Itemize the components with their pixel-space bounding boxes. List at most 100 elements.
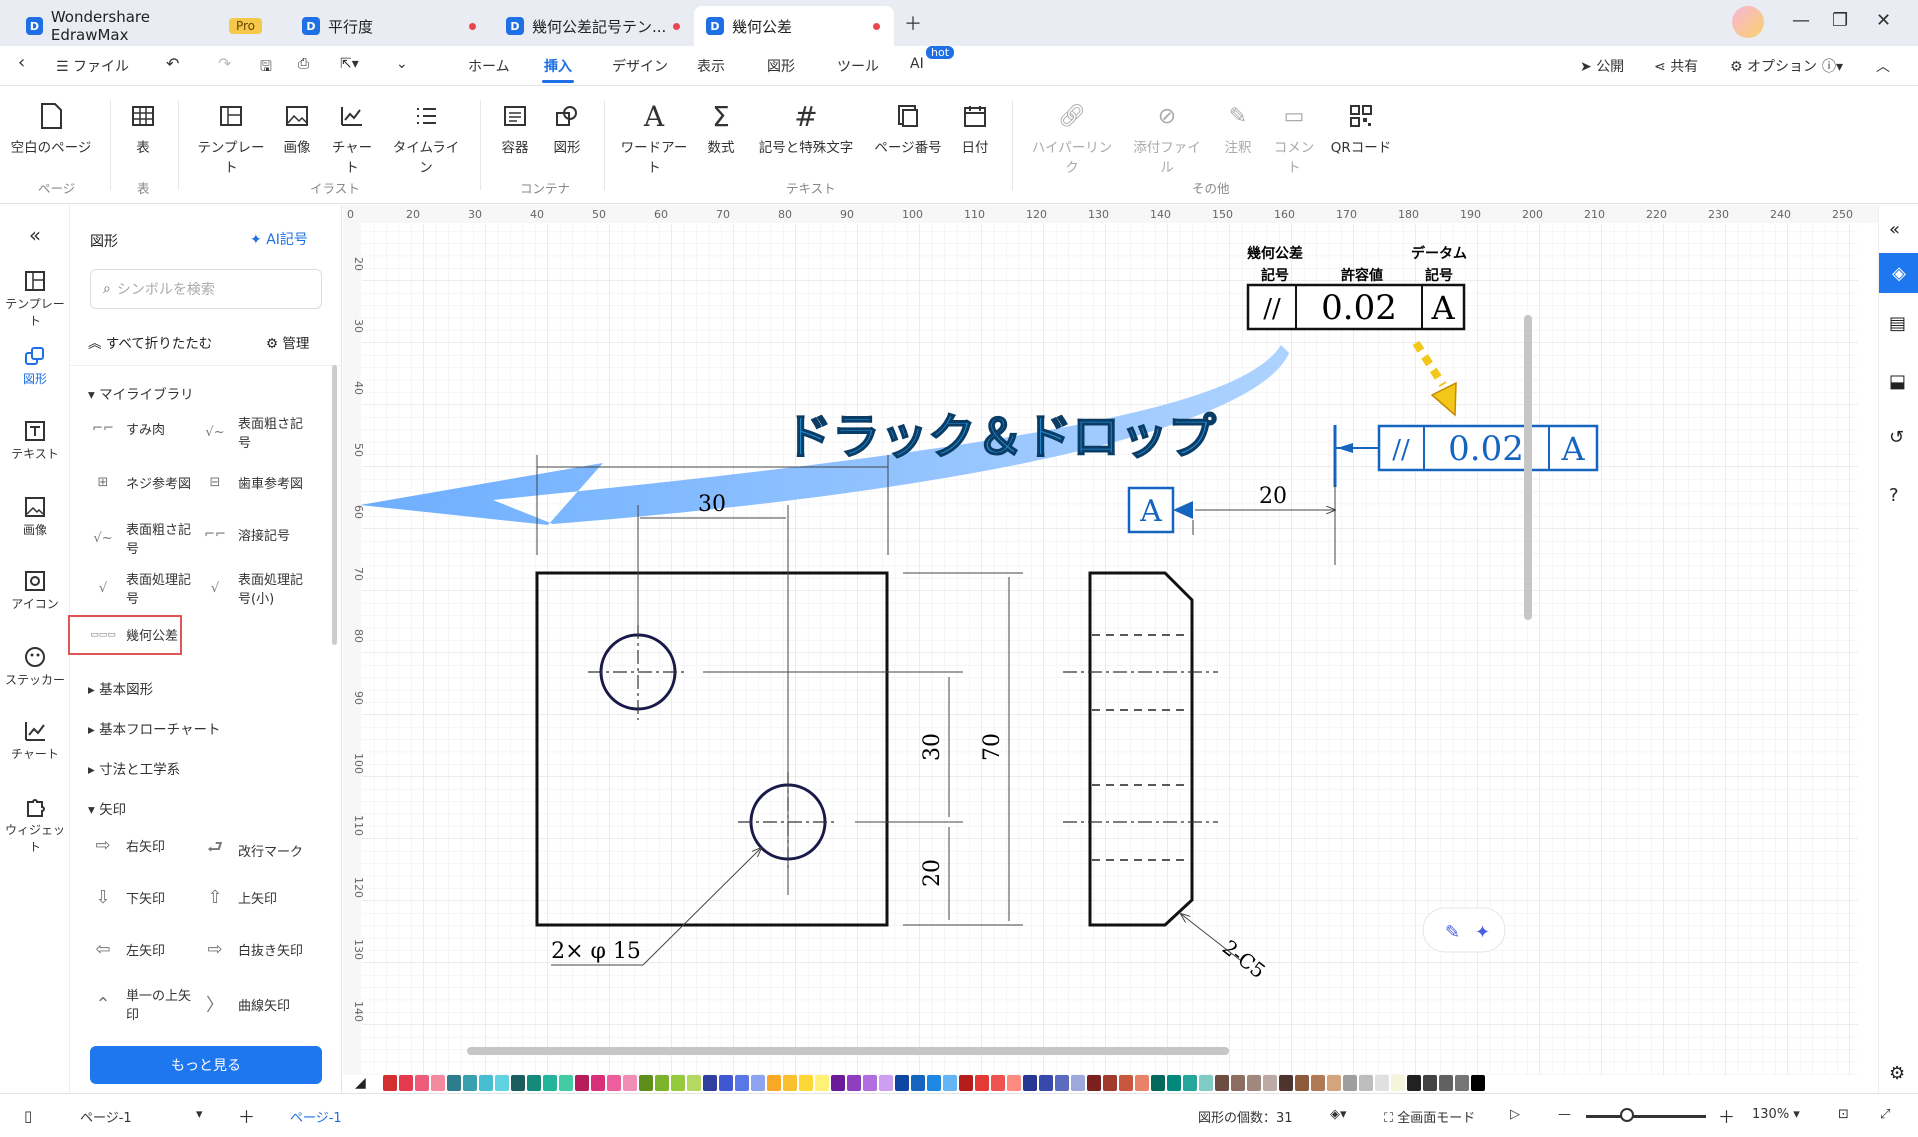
print-icon[interactable]: ⎙: [298, 56, 309, 72]
menu-tools[interactable]: ツール: [837, 56, 879, 76]
color-swatch[interactable]: [799, 1075, 813, 1091]
color-swatch[interactable]: [927, 1075, 941, 1091]
color-swatch[interactable]: [943, 1075, 957, 1091]
symbols-button[interactable]: # 記号と特殊文字: [754, 96, 858, 157]
color-swatch[interactable]: [463, 1075, 477, 1091]
section-basic-shapes[interactable]: ▸ 基本図形: [88, 678, 153, 698]
avatar[interactable]: [1732, 6, 1764, 38]
menu-view[interactable]: 表示: [697, 56, 725, 76]
color-swatch[interactable]: [495, 1075, 509, 1091]
color-swatch[interactable]: [1135, 1075, 1149, 1091]
page-tab[interactable]: ページ-1: [290, 1107, 342, 1126]
color-swatch[interactable]: [767, 1075, 781, 1091]
leftbar-sticker[interactable]: ステッカー: [0, 643, 70, 688]
drawing-canvas[interactable]: 0 20 30 40 50 60 70 80 90 100 110 120 130 140 150 160 17…: [343, 205, 1878, 1075]
file-menu[interactable]: ☰ ファイル: [56, 56, 129, 76]
page-number-button[interactable]: ページ番号: [874, 96, 942, 156]
color-swatch[interactable]: [1199, 1075, 1213, 1091]
container-button[interactable]: 容器: [494, 96, 536, 156]
new-tab-icon[interactable]: ＋: [904, 10, 922, 36]
library-item-geometric-tolerance[interactable]: ▭▭▭ 幾何公差: [88, 625, 188, 644]
publish-button[interactable]: ➤ 公開: [1580, 56, 1624, 76]
color-swatch[interactable]: [671, 1075, 685, 1091]
magic-wand-icon[interactable]: ✎: [1445, 922, 1460, 943]
play-icon[interactable]: ▷: [1510, 1107, 1520, 1122]
color-swatch[interactable]: [783, 1075, 797, 1091]
section-engineering[interactable]: ▸ 寸法と工学系: [88, 758, 180, 778]
color-swatch[interactable]: [607, 1075, 621, 1091]
tolerance-frame-legend[interactable]: // 0.02 A: [1246, 283, 1466, 331]
table-button[interactable]: 表: [122, 96, 164, 156]
color-swatch[interactable]: [1359, 1075, 1373, 1091]
color-swatch[interactable]: [479, 1075, 493, 1091]
color-swatch[interactable]: [1407, 1075, 1421, 1091]
leftbar-image[interactable]: 画像: [0, 493, 70, 538]
attachment-button[interactable]: ⊘ 添付ファイル: [1128, 96, 1206, 177]
color-swatch[interactable]: [975, 1075, 989, 1091]
export-icon[interactable]: ⇱▾: [340, 56, 359, 72]
color-swatch[interactable]: [719, 1075, 733, 1091]
color-swatch[interactable]: [1391, 1075, 1405, 1091]
help-icon[interactable]: ⓘ▾: [1822, 56, 1843, 76]
arrow-item[interactable]: 〉曲線矢印: [200, 991, 330, 1017]
shape-button[interactable]: 図形: [546, 96, 588, 156]
color-swatch[interactable]: [895, 1075, 909, 1091]
blank-page-button[interactable]: 空白のページ: [8, 96, 94, 156]
hyperlink-button[interactable]: 🔗︎ ハイパーリンク: [1030, 96, 1114, 177]
color-swatch[interactable]: [751, 1075, 765, 1091]
page-layout-icon[interactable]: ▯: [24, 1107, 32, 1125]
collapse-panel-icon[interactable]: «: [0, 223, 70, 247]
zoom-out-icon[interactable]: —: [1558, 1107, 1571, 1122]
zoom-slider-handle[interactable]: [1620, 1108, 1634, 1122]
color-swatch[interactable]: [1215, 1075, 1229, 1091]
section-basic-flowchart[interactable]: ▸ 基本フローチャート: [88, 718, 220, 738]
options-button[interactable]: ⚙ オプション: [1730, 56, 1817, 76]
leftbar-text[interactable]: テキスト: [0, 417, 70, 462]
leftbar-icon[interactable]: アイコン: [0, 567, 70, 612]
color-swatch[interactable]: [911, 1075, 925, 1091]
arrow-item[interactable]: ⇧ 上矢印: [200, 887, 330, 908]
color-swatch[interactable]: [1311, 1075, 1325, 1091]
color-swatch[interactable]: [415, 1075, 429, 1091]
page-properties-icon[interactable]: ▤: [1889, 313, 1906, 334]
color-swatch[interactable]: [1455, 1075, 1469, 1091]
app-tab[interactable]: D Wondershare EdrawMax Pro: [14, 6, 274, 46]
color-swatch[interactable]: [1119, 1075, 1133, 1091]
timeline-button[interactable]: タイムライン: [388, 96, 464, 176]
color-swatch[interactable]: [383, 1075, 397, 1091]
page-select[interactable]: ページ-1 ▾: [80, 1107, 210, 1126]
color-swatch[interactable]: [1007, 1075, 1021, 1091]
color-swatch[interactable]: [623, 1075, 637, 1091]
paint-bucket-icon[interactable]: ◢: [355, 1075, 366, 1091]
color-swatch[interactable]: [1183, 1075, 1197, 1091]
menu-design[interactable]: デザイン: [612, 56, 668, 76]
color-swatch[interactable]: [1055, 1075, 1069, 1091]
color-swatch[interactable]: [959, 1075, 973, 1091]
leftbar-shapes[interactable]: 図形: [0, 342, 70, 387]
collapse-ribbon-icon[interactable]: ︿: [1876, 56, 1890, 76]
color-swatch[interactable]: [1231, 1075, 1245, 1091]
ai-tools-floating[interactable]: ✎ ✦: [1422, 907, 1506, 953]
leftbar-template[interactable]: テンプレート: [0, 267, 70, 329]
library-item[interactable]: √~ 表面粗さ記号: [88, 519, 198, 557]
doc-tab-2[interactable]: D 幾何公差記号テン...: [494, 6, 694, 46]
color-swatch[interactable]: [1247, 1075, 1261, 1091]
template-button[interactable]: テンプレート: [196, 96, 266, 176]
color-swatch[interactable]: [1471, 1075, 1485, 1091]
fullscreen-button[interactable]: ⛶ 全画面モード: [1384, 1107, 1475, 1126]
fill-style-icon[interactable]: ◈: [1879, 253, 1918, 293]
color-swatch[interactable]: [1039, 1075, 1053, 1091]
color-swatch[interactable]: [639, 1075, 653, 1091]
color-swatch[interactable]: [831, 1075, 845, 1091]
zoom-slider[interactable]: [1586, 1115, 1706, 1118]
library-item[interactable]: √~ 表面粗さ記号: [200, 413, 330, 451]
color-swatch[interactable]: [575, 1075, 589, 1091]
color-swatch[interactable]: [655, 1075, 669, 1091]
save-icon[interactable]: 🖫: [260, 56, 272, 80]
date-button[interactable]: 日付: [954, 96, 996, 156]
sparkle-icon[interactable]: ✦: [1475, 922, 1490, 943]
collapse-all-button[interactable]: ︽ すべて折りたたむ: [88, 332, 212, 352]
color-swatch[interactable]: [1327, 1075, 1341, 1091]
color-swatch[interactable]: [1295, 1075, 1309, 1091]
chart-button[interactable]: チャート: [326, 96, 378, 176]
